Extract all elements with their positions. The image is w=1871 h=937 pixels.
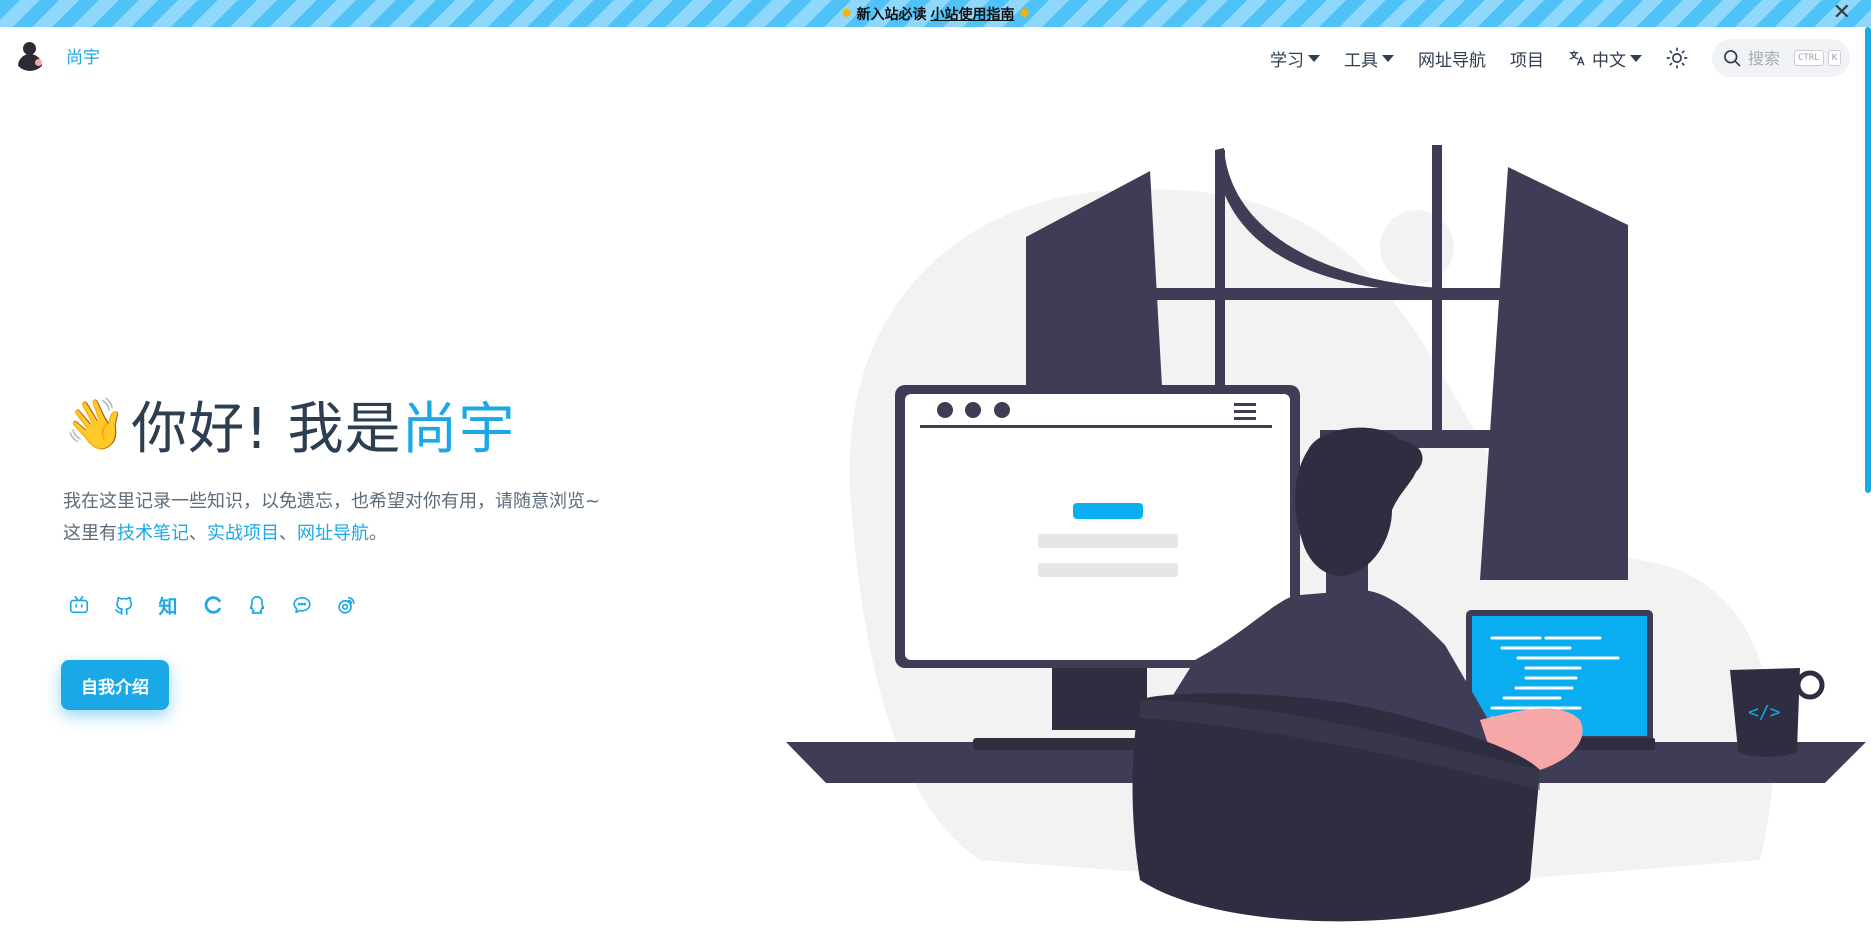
bilibili-icon[interactable] [66,592,92,618]
sparkle-icon: ✸ [1018,5,1031,22]
background-circle [1380,210,1454,284]
hero-description-line1: 我在这里记录一些知识，以免遗忘，也希望对你有用，请随意浏览~ [63,491,601,512]
window-pillar-right [1480,167,1628,580]
chevron-down-icon [1630,54,1642,62]
sun-icon[interactable] [1666,47,1688,69]
sparkle-icon: ✸ [840,5,853,22]
close-icon[interactable]: ✕ [1833,1,1851,25]
monitor-screen [905,394,1290,660]
hero-illustration: </> [786,145,1866,922]
shortcut-key-k: K [1827,50,1842,66]
hero-title-prefix: 你好! 我是 [131,397,402,462]
zhihu-icon[interactable]: 知 [155,592,181,618]
zhihu-glyph: 知 [158,595,178,618]
hero-title-name: 尚宇 [401,397,516,462]
search-box[interactable]: CTRL K [1712,39,1850,77]
brand-link[interactable]: 尚宇 [14,39,100,71]
search-input[interactable] [1748,48,1790,68]
shortcut-key-ctrl: CTRL [1794,50,1824,66]
desc-prefix: 这里有 [63,523,117,544]
about-me-button[interactable]: 自我介绍 [61,660,169,710]
github-icon[interactable] [111,592,137,618]
hero-description-line2: 这里有技术笔记、实战项目、网址导航。 [63,518,600,550]
nav-item-study[interactable]: 学习 [1270,46,1320,71]
navbar: 尚宇 学习 工具 网址导航 项目 中文 搜索 CTRL K [0,27,1871,89]
link-tech-notes[interactable]: 技术笔记 [117,523,189,544]
announcement-link[interactable]: 小站使用指南 [931,4,1015,24]
wechat-icon[interactable] [289,592,315,618]
link-navigation[interactable]: 网址导航 [297,523,369,544]
announcement-text: 新入站必读 [856,6,927,23]
nav-item-label: 项目 [1510,50,1544,71]
chevron-down-icon [1382,54,1394,62]
screen-accent-bar [1073,503,1143,519]
monitor-base [973,738,1143,750]
nav-links: 学习 工具 网址导航 项目 中文 搜索 CTRL K [1270,27,1871,89]
nav-item-navigation[interactable]: 网址导航 [1418,46,1486,71]
window-crossbar [1150,288,1500,300]
language-label: 中文 [1592,50,1626,71]
search-icon [1724,50,1741,67]
hero-title: 👋 你好! 我是 尚宇 [64,384,516,465]
nav-item-label: 学习 [1270,50,1304,71]
nav-item-label: 网址导航 [1418,50,1486,71]
nav-item-label: 工具 [1344,50,1378,71]
mug-code-label: </> [1748,702,1781,723]
weibo-icon[interactable] [333,592,359,618]
link-projects[interactable]: 实战项目 [207,523,279,544]
separator: 、 [279,523,297,544]
period: 。 [369,523,387,544]
translate-icon [1569,50,1585,66]
announcement-bar: ✸ 新入站必读 小站使用指南 ✸ ✕ [0,0,1871,27]
chevron-down-icon [1308,54,1320,62]
avatar [14,39,46,71]
nav-item-tools[interactable]: 工具 [1344,46,1394,71]
separator: 、 [189,523,207,544]
social-links: 知 [66,592,378,618]
waving-hand-icon: 👋 [64,395,128,453]
brand-name: 尚宇 [66,47,100,68]
qq-icon[interactable] [244,592,270,618]
hero-description: 我在这里记录一些知识，以免遗忘，也希望对你有用，请随意浏览~ 这里有技术笔记、实… [63,486,600,550]
csdn-icon[interactable] [200,592,226,618]
monitor-stand [1052,665,1147,730]
window-mullion-2 [1432,145,1442,445]
language-switcher[interactable]: 中文 [1568,46,1642,71]
nav-item-projects[interactable]: 项目 [1510,46,1544,71]
